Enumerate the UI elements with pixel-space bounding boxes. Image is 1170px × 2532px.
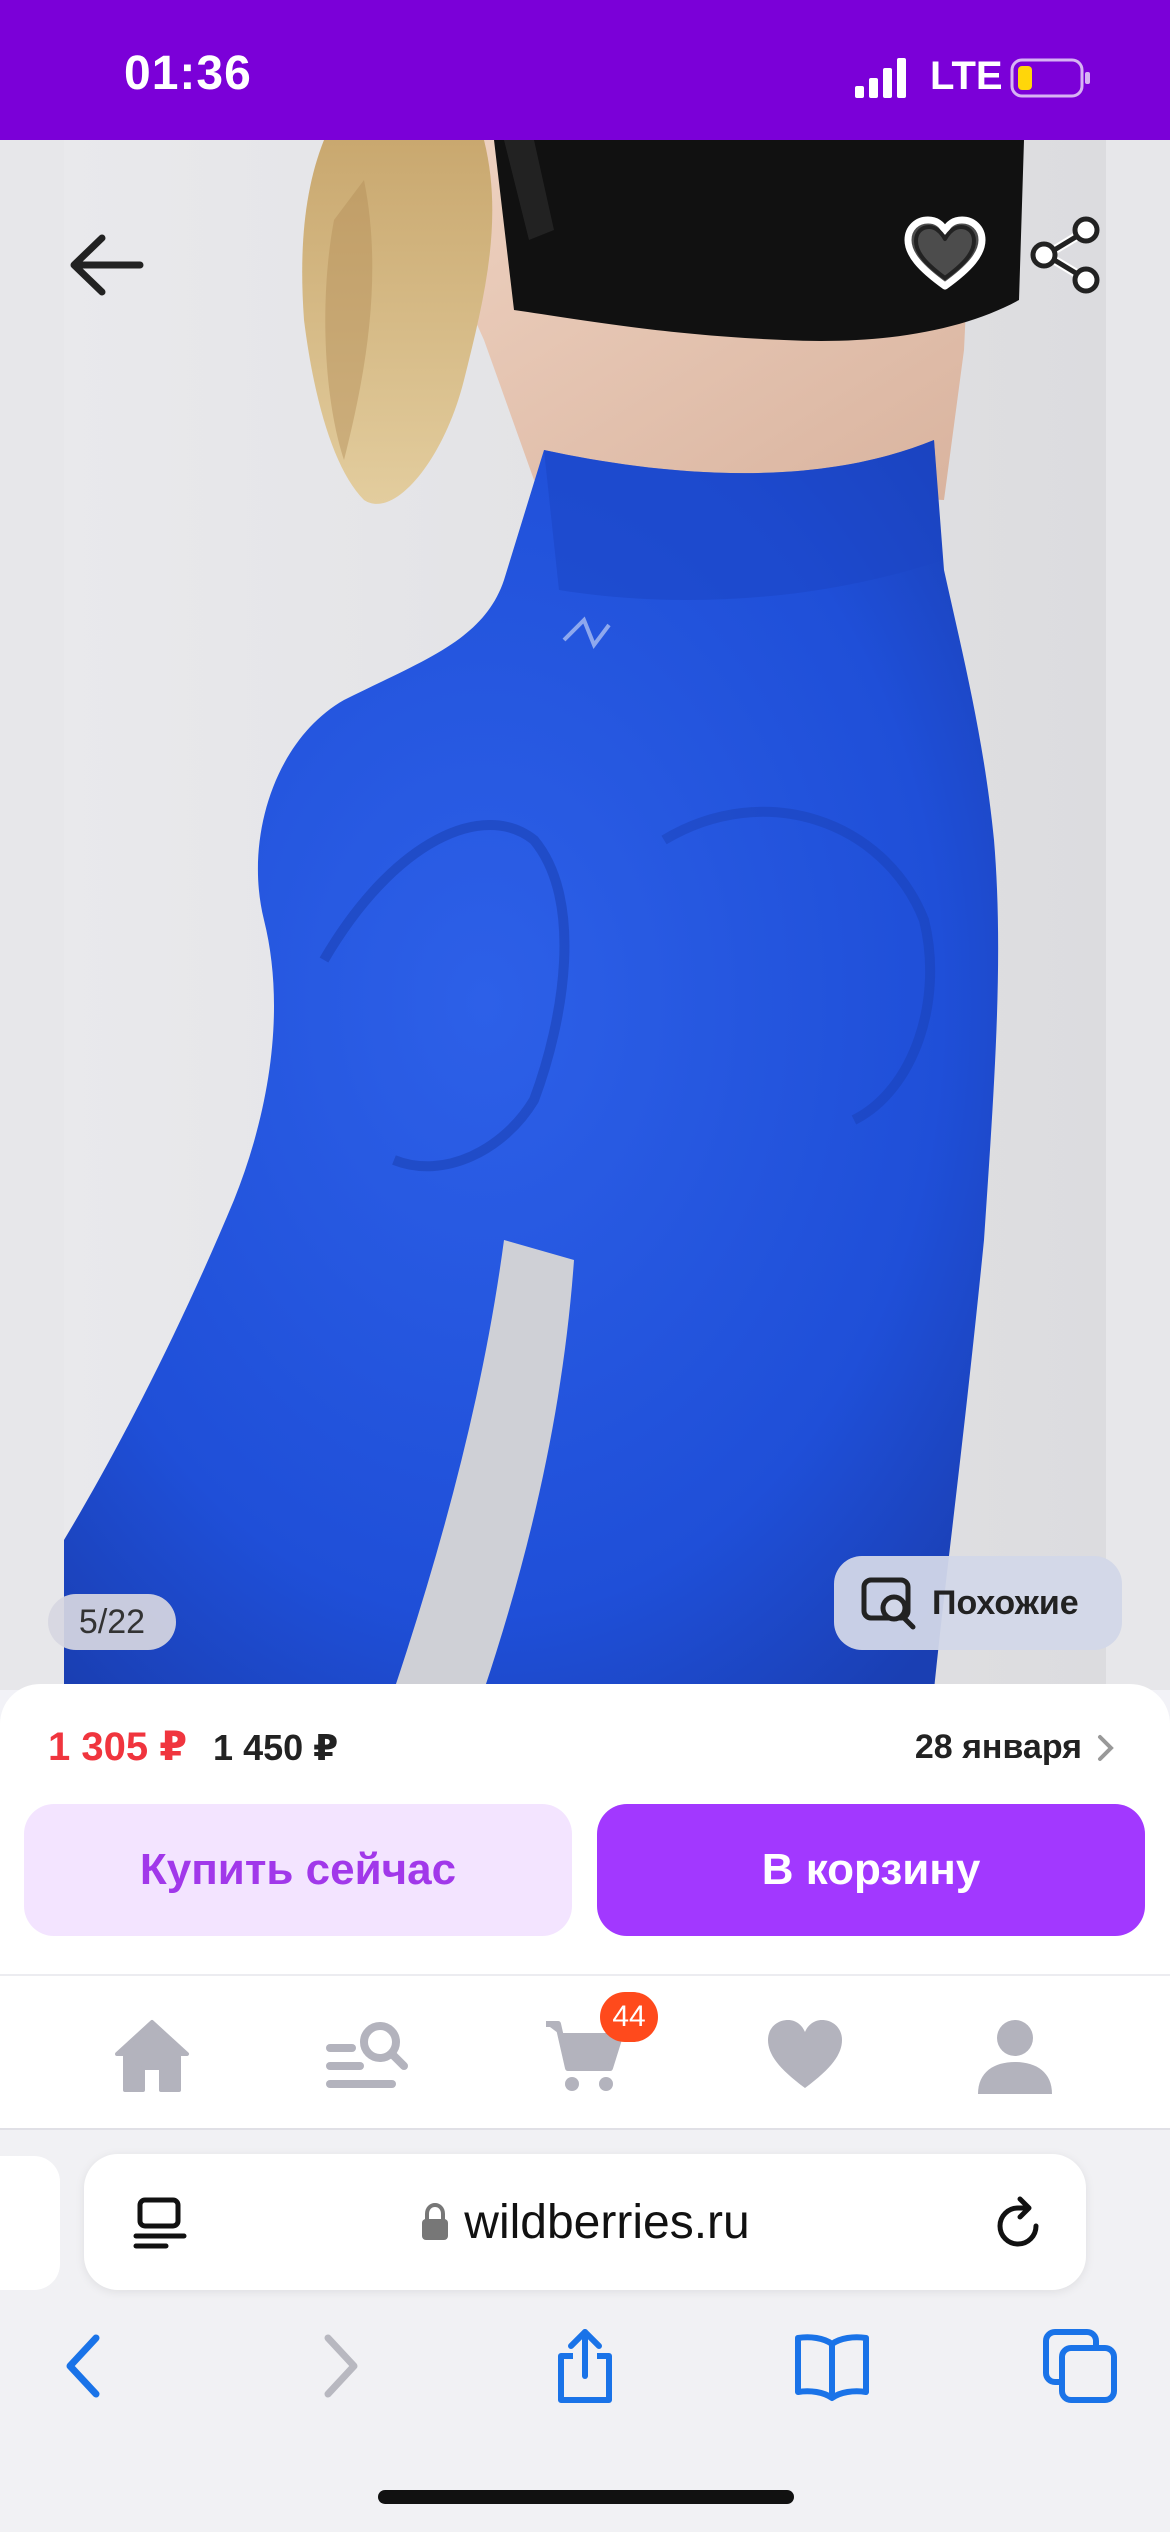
share-icon[interactable] [1020,210,1110,300]
delivery-date: 28 января [914,1728,1082,1766]
browser-share-button[interactable] [545,2326,625,2406]
site-tab-bar: 44 [0,1974,1170,2130]
battery-icon [1010,58,1090,98]
image-counter: 5/22 [48,1594,176,1650]
url-display[interactable]: wildberries.ru [84,2154,1086,2290]
product-photo[interactable] [64,140,1106,1690]
share-sheet-icon [558,2329,612,2403]
delivery-date-link[interactable]: 28 января [915,1728,1116,1767]
signal-strength-icon [855,58,906,98]
buy-now-button[interactable]: Купить сейчас [24,1804,572,1936]
browser-back-button[interactable] [46,2326,126,2406]
tabs-icon [1043,2329,1117,2403]
chevron-right-icon [324,2334,358,2398]
catalog-search-icon [326,2022,408,2088]
chevron-right-icon [1098,1734,1114,1761]
status-time: 01:36 [124,47,252,100]
home-indicator[interactable] [378,2490,794,2504]
home-icon [115,2020,189,2092]
book-icon [795,2334,869,2401]
profile-icon [978,2020,1052,2094]
image-search-icon [861,1577,916,1630]
url-text: wildberries.ru [464,2195,750,2249]
price-row: 1 305 ₽ 1 450 ₽ [48,1724,338,1770]
similar-items-button[interactable]: Похожие [834,1556,1122,1650]
reload-icon[interactable] [992,2196,1046,2250]
lock-icon [422,2202,449,2240]
nav-favorites[interactable] [760,2010,850,2100]
add-to-cart-button[interactable]: В корзину [597,1804,1145,1936]
browser-forward-button[interactable] [298,2326,378,2406]
old-price: 1 450 ₽ [213,1727,339,1768]
nav-catalog[interactable] [322,2010,412,2100]
current-price: 1 305 ₽ [48,1725,188,1769]
heart-icon [768,2020,842,2088]
nav-profile[interactable] [970,2010,1060,2100]
purchase-panel: 1 305 ₽ 1 450 ₽ 28 января Купить сейчас … [0,1684,1170,1974]
browser-tabs-button[interactable] [1040,2326,1120,2406]
back-arrow-icon[interactable] [62,220,152,310]
product-gallery[interactable]: 5/22 Похожие [0,140,1170,1690]
browser-bookmarks-button[interactable] [792,2326,872,2406]
favorite-heart-icon[interactable] [900,210,990,300]
previous-tab-preview[interactable] [0,2156,60,2290]
cart-count-badge: 44 [600,1992,658,2042]
status-bar: 01:36 LTE [0,0,1170,140]
address-bar[interactable]: wildberries.ru [84,2154,1086,2290]
chevron-left-icon [66,2334,100,2398]
network-type: LTE [930,54,1003,98]
nav-home[interactable] [107,2010,197,2100]
similar-label: Похожие [932,1583,1079,1622]
browser-chrome: wildberries.ru [0,2130,1170,2532]
